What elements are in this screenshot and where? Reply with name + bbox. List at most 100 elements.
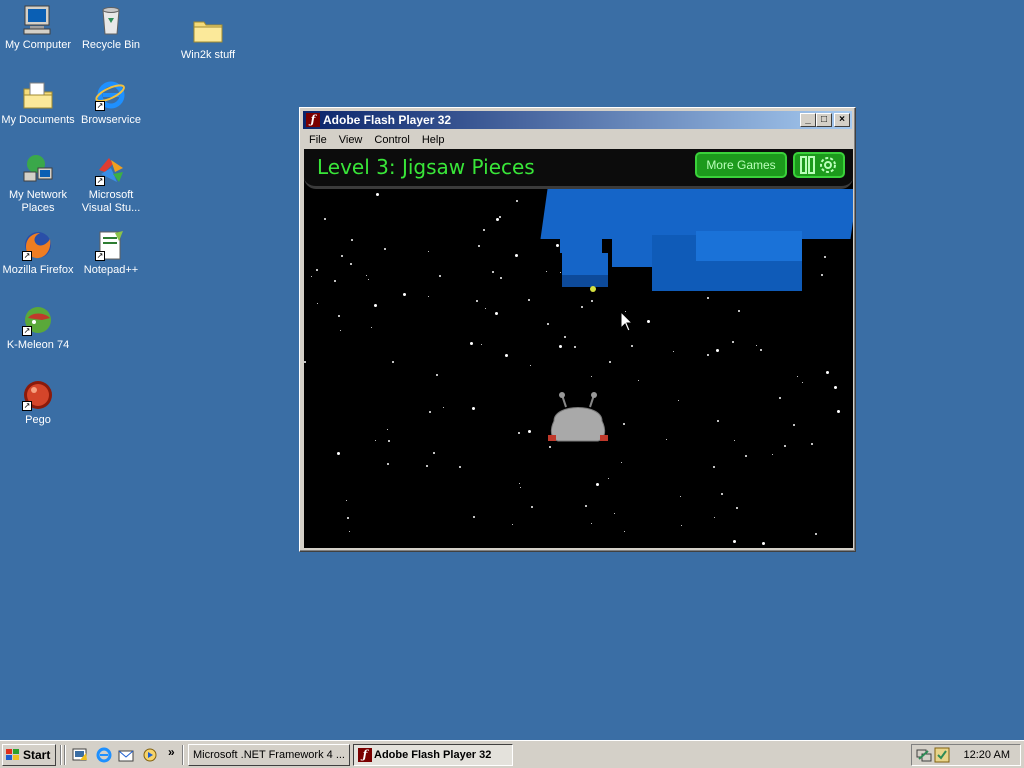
quick-launch-chevron[interactable]: » (168, 745, 175, 759)
star (351, 239, 353, 241)
star (745, 455, 747, 457)
more-games-button[interactable]: More Games (695, 152, 787, 178)
star (496, 218, 499, 221)
desktop-icon-label: Browservice (81, 114, 141, 126)
star (821, 274, 823, 276)
network-tray-icon[interactable] (916, 747, 932, 763)
my-computer-icon (22, 4, 54, 36)
star (762, 542, 765, 545)
show-desktop-icon[interactable] (72, 747, 88, 763)
desktop: My Computer Recycle Bin Win2k stuff My D… (0, 0, 1024, 740)
security-tray-icon[interactable] (934, 747, 950, 763)
star (350, 263, 352, 265)
star (826, 371, 829, 374)
star (470, 342, 473, 345)
star (784, 445, 786, 447)
internet-explorer-icon[interactable] (96, 747, 112, 763)
menu-control[interactable]: Control (368, 131, 415, 149)
star (680, 496, 681, 497)
space-playfield[interactable] (304, 149, 853, 548)
star (349, 531, 350, 532)
desktop-icon-visual-studio[interactable]: ↗ Microsoft Visual Stu... (73, 154, 149, 215)
star (459, 466, 461, 468)
star (837, 410, 840, 413)
star (428, 296, 429, 297)
star (707, 354, 709, 356)
taskbar-separator (182, 745, 184, 765)
level-title: Level 3: Jigsaw Pieces (317, 155, 535, 179)
desktop-icon-label: Recycle Bin (81, 39, 141, 51)
task-flash-player[interactable]: ƒ Adobe Flash Player 32 (353, 744, 513, 766)
window-title: Adobe Flash Player 32 (323, 113, 452, 127)
internet-explorer-icon: ↗ (95, 79, 127, 111)
star (772, 454, 773, 455)
desktop-icon-my-documents[interactable]: My Documents (0, 79, 76, 127)
star (564, 336, 566, 338)
desktop-icon-my-computer[interactable]: My Computer (0, 4, 76, 52)
star (426, 465, 428, 467)
mouse-cursor-icon (620, 311, 634, 332)
star (518, 432, 520, 434)
desktop-icon-notepad-plus-plus[interactable]: ↗ Notepad++ (73, 229, 149, 277)
star (574, 346, 576, 348)
star (815, 533, 817, 535)
minimize-button[interactable]: _ (800, 113, 816, 127)
menu-view[interactable]: View (333, 131, 369, 149)
star (473, 516, 475, 518)
star (499, 216, 501, 218)
window-title-bar[interactable]: ƒ Adobe Flash Player 32 _ □ × (303, 111, 852, 129)
star (802, 382, 803, 383)
desktop-icon-win2k-stuff[interactable]: Win2k stuff (170, 14, 246, 62)
desktop-icon-browservice[interactable]: ↗ Browservice (73, 79, 149, 127)
outlook-express-icon[interactable] (118, 747, 134, 763)
close-button[interactable]: × (834, 113, 850, 127)
star (581, 306, 583, 308)
star (384, 248, 386, 250)
desktop-icon-k-meleon[interactable]: ↗ K-Meleon 74 (0, 304, 76, 352)
flash-game-canvas[interactable]: Level 3: Jigsaw Pieces More Games (304, 149, 853, 548)
media-player-icon[interactable] (142, 747, 158, 763)
star (591, 300, 593, 302)
shortcut-arrow-icon: ↗ (22, 251, 32, 261)
star (797, 376, 798, 377)
menu-help[interactable]: Help (416, 131, 451, 149)
shortcut-arrow-icon: ↗ (95, 176, 105, 186)
maximize-button[interactable]: □ (816, 113, 832, 127)
recycle-bin-icon (95, 4, 127, 36)
notepad-plus-plus-icon: ↗ (95, 229, 127, 261)
star (429, 411, 431, 413)
menu-file[interactable]: File (303, 131, 333, 149)
desktop-icon-mozilla-firefox[interactable]: ↗ Mozilla Firefox (0, 229, 76, 277)
desktop-icon-my-network-places[interactable]: My Network Places (0, 154, 76, 215)
system-tray: 12:20 AM (911, 744, 1021, 766)
desktop-icon-pego[interactable]: ↗ Pego (0, 379, 76, 427)
jigsaw-block (560, 219, 602, 253)
star (304, 361, 306, 363)
clock[interactable]: 12:20 AM (964, 745, 1010, 765)
star (317, 303, 318, 304)
alien-ship-sprite (548, 392, 608, 442)
star (531, 506, 533, 508)
star (621, 462, 622, 463)
star (673, 351, 674, 352)
star (433, 452, 435, 454)
star (341, 255, 343, 257)
star (560, 272, 561, 273)
yellow-pellet (590, 286, 596, 292)
desktop-icon-label: Microsoft (88, 189, 134, 201)
star (716, 349, 719, 352)
star (476, 300, 478, 302)
flash-player-window[interactable]: ƒ Adobe Flash Player 32 _ □ × File View Co… (299, 107, 856, 552)
flash-player-icon: ƒ (306, 113, 320, 127)
star (609, 361, 611, 363)
desktop-icon-label-line2: Places (21, 202, 55, 214)
task-dotnet-framework[interactable]: Microsoft .NET Framework 4 ... (188, 744, 350, 766)
star (678, 400, 679, 401)
start-button[interactable]: Start (2, 744, 56, 766)
star (428, 251, 429, 252)
star (439, 275, 441, 277)
desktop-icon-recycle-bin[interactable]: Recycle Bin (73, 4, 149, 52)
star (733, 540, 736, 543)
star (485, 308, 486, 309)
pause-settings-button[interactable] (793, 152, 845, 178)
